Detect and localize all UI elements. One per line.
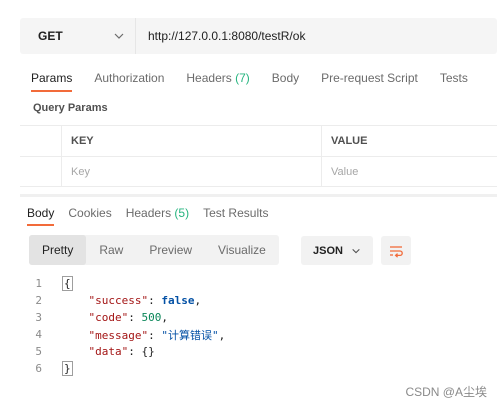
tab-label: Body [271, 71, 300, 85]
tab-label: Authorization [94, 71, 165, 85]
json-key: "success" [88, 294, 149, 307]
tab-cookies[interactable]: Cookies [61, 206, 118, 226]
json-value: 500 [141, 311, 162, 324]
params-table: KEY VALUE Key Value [20, 125, 497, 187]
tab-params[interactable]: Params [20, 71, 83, 92]
tab-body[interactable]: Body [261, 71, 310, 92]
tab-label: Tests [439, 71, 468, 85]
format-type-select[interactable]: JSON [301, 236, 373, 265]
value-header: VALUE [331, 135, 368, 147]
visualize-button[interactable]: Visualize [205, 235, 279, 265]
line-number: 5 [35, 345, 42, 358]
tab-test-results[interactable]: Test Results [196, 206, 275, 226]
chevron-down-icon [352, 248, 360, 253]
json-key: "message" [88, 328, 149, 342]
table-header-row: KEY VALUE [20, 125, 497, 156]
tab-count: (7) [235, 71, 250, 85]
open-brace: { [62, 276, 73, 291]
request-bar: GET http://127.0.0.1:8080/testR/ok [20, 18, 497, 54]
code-line: 5 "data": {} [20, 343, 497, 360]
method-label: GET [38, 29, 63, 43]
line-number: 2 [35, 294, 42, 307]
query-params-title: Query Params [33, 102, 108, 114]
preview-button[interactable]: Preview [136, 235, 205, 265]
json-value: false [161, 294, 195, 307]
close-brace: } [62, 361, 73, 376]
format-buttons: Pretty Raw Preview Visualize [29, 235, 279, 265]
request-tabs: Params Authorization Headers (7) Body Pr… [20, 64, 497, 92]
pane-divider[interactable] [20, 194, 497, 197]
code-line: 3 "code": 500, [20, 309, 497, 326]
tab-label: Body [27, 206, 55, 220]
response-body-code[interactable]: 1 { 2 "success": false, 3 "code": 500, 4… [20, 275, 497, 377]
tab-tests[interactable]: Tests [429, 71, 479, 92]
tab-pre-request-script[interactable]: Pre-request Script [310, 71, 429, 92]
watermark: CSDN @A尘埃 [405, 385, 487, 399]
format-type-label: JSON [313, 244, 343, 257]
line-number: 1 [35, 277, 42, 290]
code-line: 1 { [20, 275, 497, 292]
tab-label: Cookies [68, 206, 112, 220]
method-select[interactable]: GET [20, 18, 136, 54]
tab-label: Headers [125, 206, 172, 220]
json-value: "计算错误" [161, 328, 219, 342]
tab-headers[interactable]: Headers (7) [175, 71, 260, 92]
url-input[interactable]: http://127.0.0.1:8080/testR/ok [136, 29, 305, 43]
json-value: {} [141, 345, 155, 358]
line-number: 3 [35, 311, 42, 324]
tab-label: Pre-request Script [321, 71, 418, 85]
pretty-button[interactable]: Pretty [29, 235, 87, 265]
tab-authorization[interactable]: Authorization [83, 71, 175, 92]
code-line: 2 "success": false, [20, 292, 497, 309]
raw-button[interactable]: Raw [86, 235, 136, 265]
chevron-down-icon [114, 33, 124, 39]
code-line: 6 } [20, 360, 497, 377]
tab-label: Params [31, 71, 73, 85]
line-number: 4 [35, 328, 42, 341]
table-row: Key Value [20, 156, 497, 187]
json-key: "code" [88, 311, 129, 324]
line-number: 6 [35, 362, 42, 375]
tab-label: Headers [186, 71, 232, 85]
key-input[interactable]: Key [62, 157, 322, 186]
wrap-lines-icon [390, 245, 403, 258]
wrap-lines-button[interactable] [381, 236, 411, 265]
response-tabs: Body Cookies Headers (5) Test Results [20, 199, 497, 226]
tab-label: Test Results [203, 206, 269, 220]
checkbox-column [20, 126, 62, 156]
json-key: "data" [88, 345, 129, 358]
code-line: 4 "message": "计算错误", [20, 326, 497, 343]
tab-response-headers[interactable]: Headers (5) [119, 206, 196, 226]
tab-response-body[interactable]: Body [20, 206, 61, 226]
key-header: KEY [62, 126, 322, 156]
value-input[interactable]: Value [322, 157, 497, 186]
row-checkbox[interactable] [20, 157, 62, 186]
tab-count: (5) [174, 206, 190, 220]
